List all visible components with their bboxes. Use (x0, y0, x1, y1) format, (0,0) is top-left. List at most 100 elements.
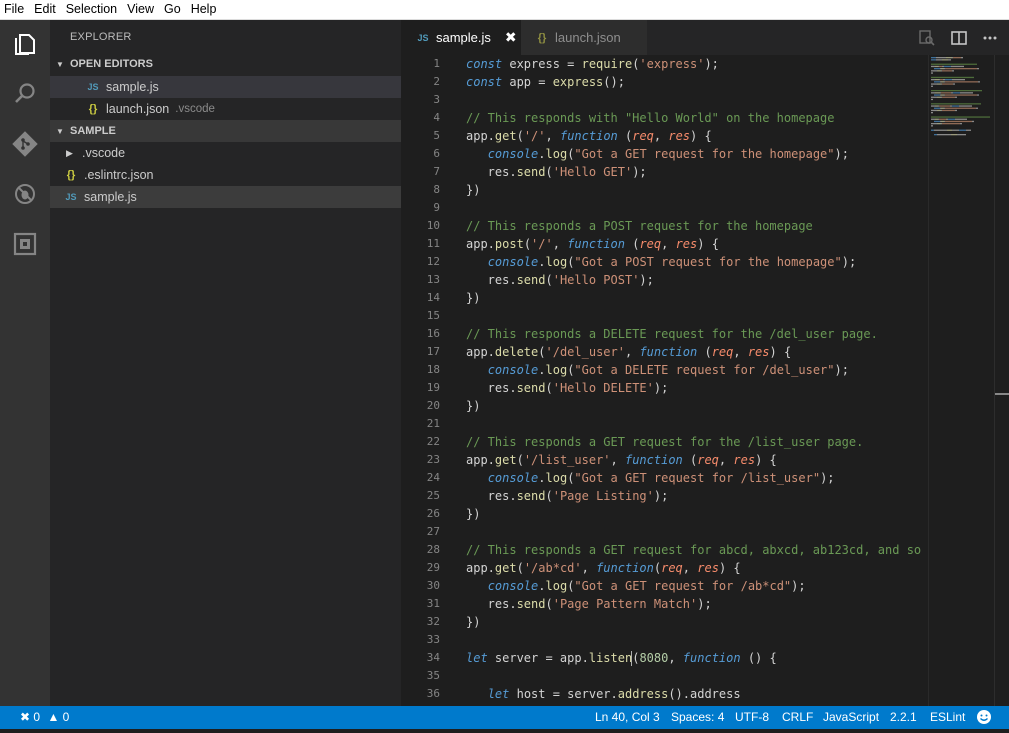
cursor-position[interactable]: Ln 40, Col 3 (595, 706, 660, 729)
json-file-icon: {} (537, 31, 547, 44)
code-text: }) (466, 399, 481, 413)
code-text: // This responds a DELETE request for th… (466, 327, 878, 341)
menu-go[interactable]: Go (159, 0, 186, 19)
open-editors-header[interactable]: ▼ OPEN EDITORS (50, 53, 401, 75)
sidebar-title: EXPLORER (70, 31, 132, 43)
chevron-down-icon: ▼ (56, 59, 64, 69)
code-line: 16 // This responds a DELETE request for … (401, 325, 928, 343)
line-number: 16 (426, 327, 440, 340)
code-line: 10 // This responds a POST request for th… (401, 217, 928, 235)
problems-indicator[interactable]: ✖ 0 ▲ 0 (20, 706, 69, 729)
code-text: console.log("Got a POST request for the … (487, 255, 857, 269)
vertical-scrollbar[interactable] (994, 55, 1009, 706)
project-header[interactable]: ▼ SAMPLE (50, 120, 401, 142)
close-icon[interactable]: ✖ (505, 29, 517, 46)
code-editor[interactable]: 1 const express = require('express'); 2 con… (401, 55, 928, 706)
extensions-icon[interactable] (9, 228, 41, 260)
code-line: 15 (401, 307, 928, 325)
code-line: 20}) (401, 397, 928, 415)
menu-file[interactable]: File (0, 0, 29, 19)
line-number: 6 (433, 147, 440, 160)
code-line: 23 app.get('/list_user', function (req, r… (401, 451, 928, 469)
minimap[interactable] (928, 55, 995, 706)
line-number: 25 (426, 489, 440, 502)
line-number: 28 (426, 543, 440, 556)
end-of-line[interactable]: CRLF (782, 706, 813, 729)
code-line: 21 (401, 415, 928, 433)
project-label: SAMPLE (70, 125, 116, 137)
code-line: 32}) (401, 613, 928, 631)
tab-sample-js[interactable]: JS sample.js ✖ (401, 20, 521, 55)
tab-launch-json[interactable]: {} launch.json (521, 20, 647, 55)
line-number: 18 (426, 363, 440, 376)
language-mode[interactable]: JavaScript (823, 706, 879, 729)
status-bar: ✖ 0 ▲ 0 Ln 40, Col 3 Spaces: 4 UTF-8 CRL… (0, 706, 1009, 729)
menu-view[interactable]: View (122, 0, 159, 19)
code-line: 36 let host = server.address().address (401, 685, 928, 703)
tree-item-eslintrc[interactable]: {} .eslintrc.json (50, 164, 401, 186)
code-line: 33 (401, 631, 928, 649)
menu-help[interactable]: Help (186, 0, 222, 19)
js-file-icon: JS (417, 32, 429, 43)
line-number: 20 (426, 399, 440, 412)
code-line: 29 app.get('/ab*cd', function(req, res) { (401, 559, 928, 577)
code-text: console.log("Got a DELETE request for /d… (487, 363, 849, 377)
open-editor-item[interactable]: {} launch.json .vscode (50, 98, 401, 120)
code-text: }) (466, 615, 481, 629)
code-text: res.send('Hello POST'); (466, 273, 654, 287)
search-icon[interactable] (9, 78, 41, 110)
tree-item-label: .vscode (82, 146, 126, 160)
menu-edit[interactable]: Edit (29, 0, 61, 19)
version[interactable]: 2.2.1 (890, 706, 917, 729)
open-preview-icon[interactable] (918, 29, 936, 47)
line-number: 14 (426, 291, 440, 304)
code-text: console.log("Got a GET request for /list… (487, 471, 835, 485)
open-editor-item[interactable]: JS sample.js (50, 76, 401, 98)
explorer-icon[interactable] (9, 28, 41, 60)
code-line: 4 // This responds with "Hello World" on … (401, 109, 928, 127)
line-number: 34 (426, 651, 440, 664)
open-editor-folder-hint: .vscode (175, 103, 215, 115)
open-editors-label: OPEN EDITORS (70, 58, 153, 70)
line-number: 31 (426, 597, 440, 610)
line-number: 9 (433, 201, 440, 214)
encoding[interactable]: UTF-8 (735, 706, 769, 729)
feedback-smiley-icon[interactable] (976, 709, 992, 725)
line-number: 27 (426, 525, 440, 538)
line-number: 30 (426, 579, 440, 592)
linter-status[interactable]: ESLint (930, 706, 965, 729)
code-line: 17 app.delete('/del_user', function (req,… (401, 343, 928, 361)
chevron-down-icon: ▼ (56, 126, 64, 136)
tree-item-sample-js[interactable]: JS sample.js (50, 186, 401, 208)
git-icon[interactable] (9, 128, 41, 160)
line-number: 2 (433, 75, 440, 88)
warning-icon: ▲ (47, 710, 60, 724)
code-text: }) (466, 507, 481, 521)
line-number: 8 (433, 183, 440, 196)
code-line: 26}) (401, 505, 928, 523)
code-line: 3 (401, 91, 928, 109)
split-editor-icon[interactable] (950, 29, 968, 47)
code-text: console.log("Got a GET request for the h… (487, 147, 849, 161)
code-line: 1 const express = require('express'); (401, 55, 928, 73)
indentation[interactable]: Spaces: 4 (671, 706, 724, 729)
line-number: 3 (433, 93, 440, 106)
more-actions-icon[interactable] (981, 29, 999, 47)
code-line: 5 app.get('/', function (req, res) { (401, 127, 928, 145)
line-number: 4 (433, 111, 440, 124)
line-number: 26 (426, 507, 440, 520)
code-text: app.get('/list_user', function (req, res… (466, 453, 777, 467)
code-line: 12 console.log("Got a POST request for t… (401, 253, 928, 271)
chevron-right-icon: ▶ (66, 147, 73, 158)
code-line: 13 res.send('Hello POST'); (401, 271, 928, 289)
line-number: 36 (426, 687, 440, 700)
text-cursor (631, 651, 632, 666)
tree-item-label: .eslintrc.json (84, 168, 154, 182)
tree-item-vscode-folder[interactable]: ▶ .vscode (50, 142, 401, 164)
menu-selection[interactable]: Selection (61, 0, 122, 19)
code-line: 18 console.log("Got a DELETE request for… (401, 361, 928, 379)
line-number: 23 (426, 453, 440, 466)
line-number: 35 (426, 669, 440, 682)
debug-icon[interactable] (9, 178, 41, 210)
menu-bar: File Edit Selection View Go Help (0, 0, 1009, 20)
